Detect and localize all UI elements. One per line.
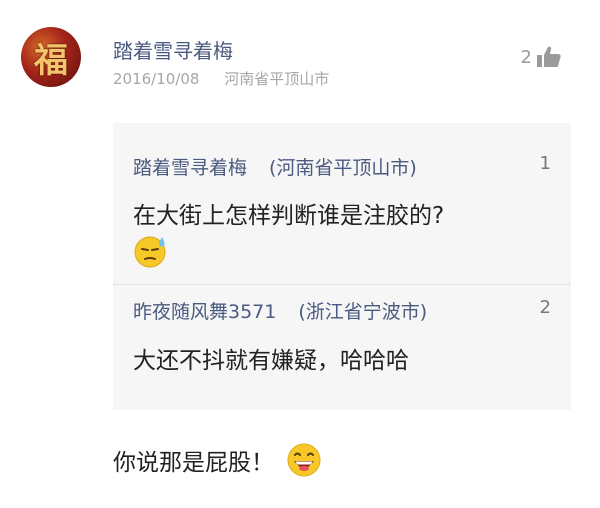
quote-username[interactable]: 昨夜随风舞3571 xyxy=(133,301,276,323)
grin-emoji-icon xyxy=(287,443,321,477)
quote-header: 踏着雪寻着梅 (河南省平顶山市) xyxy=(133,153,417,180)
quote-floor: 1 xyxy=(539,153,551,174)
quoted-replies: 踏着雪寻着梅 (河南省平顶山市) 1 在大街上怎样判断谁是注胶的? 昨夜随风舞35… xyxy=(113,123,571,410)
quote-header: 昨夜随风舞3571 (浙江省宁波市) xyxy=(133,297,427,324)
avatar-image: 福 xyxy=(34,40,68,81)
comment-date: 2016/10/08 xyxy=(113,70,200,88)
thumbs-up-icon xyxy=(537,46,561,67)
comment-location: 河南省平顶山市 xyxy=(224,70,330,88)
quote-location: (浙江省宁波市) xyxy=(298,301,428,323)
sweat-emoji-icon xyxy=(134,236,166,268)
quote-text: 在大街上怎样判断谁是注胶的? xyxy=(133,203,445,229)
comment-meta: 2016/10/08 河南省平顶山市 xyxy=(113,68,329,89)
avatar[interactable]: 福 xyxy=(21,27,81,87)
quote-item[interactable]: 踏着雪寻着梅 (河南省平顶山市) 1 在大街上怎样判断谁是注胶的? xyxy=(113,123,571,283)
quote-floor: 2 xyxy=(539,297,551,318)
comment-text: 你说那是屁股！ xyxy=(113,450,274,476)
comment-username[interactable]: 踏着雪寻着梅 xyxy=(113,35,233,64)
like-count: 2 xyxy=(520,46,532,68)
quote-text: 大还不抖就有嫌疑，哈哈哈 xyxy=(133,348,409,374)
comment-body: 你说那是屁股！ xyxy=(113,442,322,478)
like-button[interactable]: 2 xyxy=(521,45,562,69)
quote-username[interactable]: 踏着雪寻着梅 xyxy=(133,157,247,179)
quote-item[interactable]: 昨夜随风舞3571 (浙江省宁波市) 2 大还不抖就有嫌疑，哈哈哈 xyxy=(113,285,571,410)
quote-location: (河南省平顶山市) xyxy=(269,157,417,179)
